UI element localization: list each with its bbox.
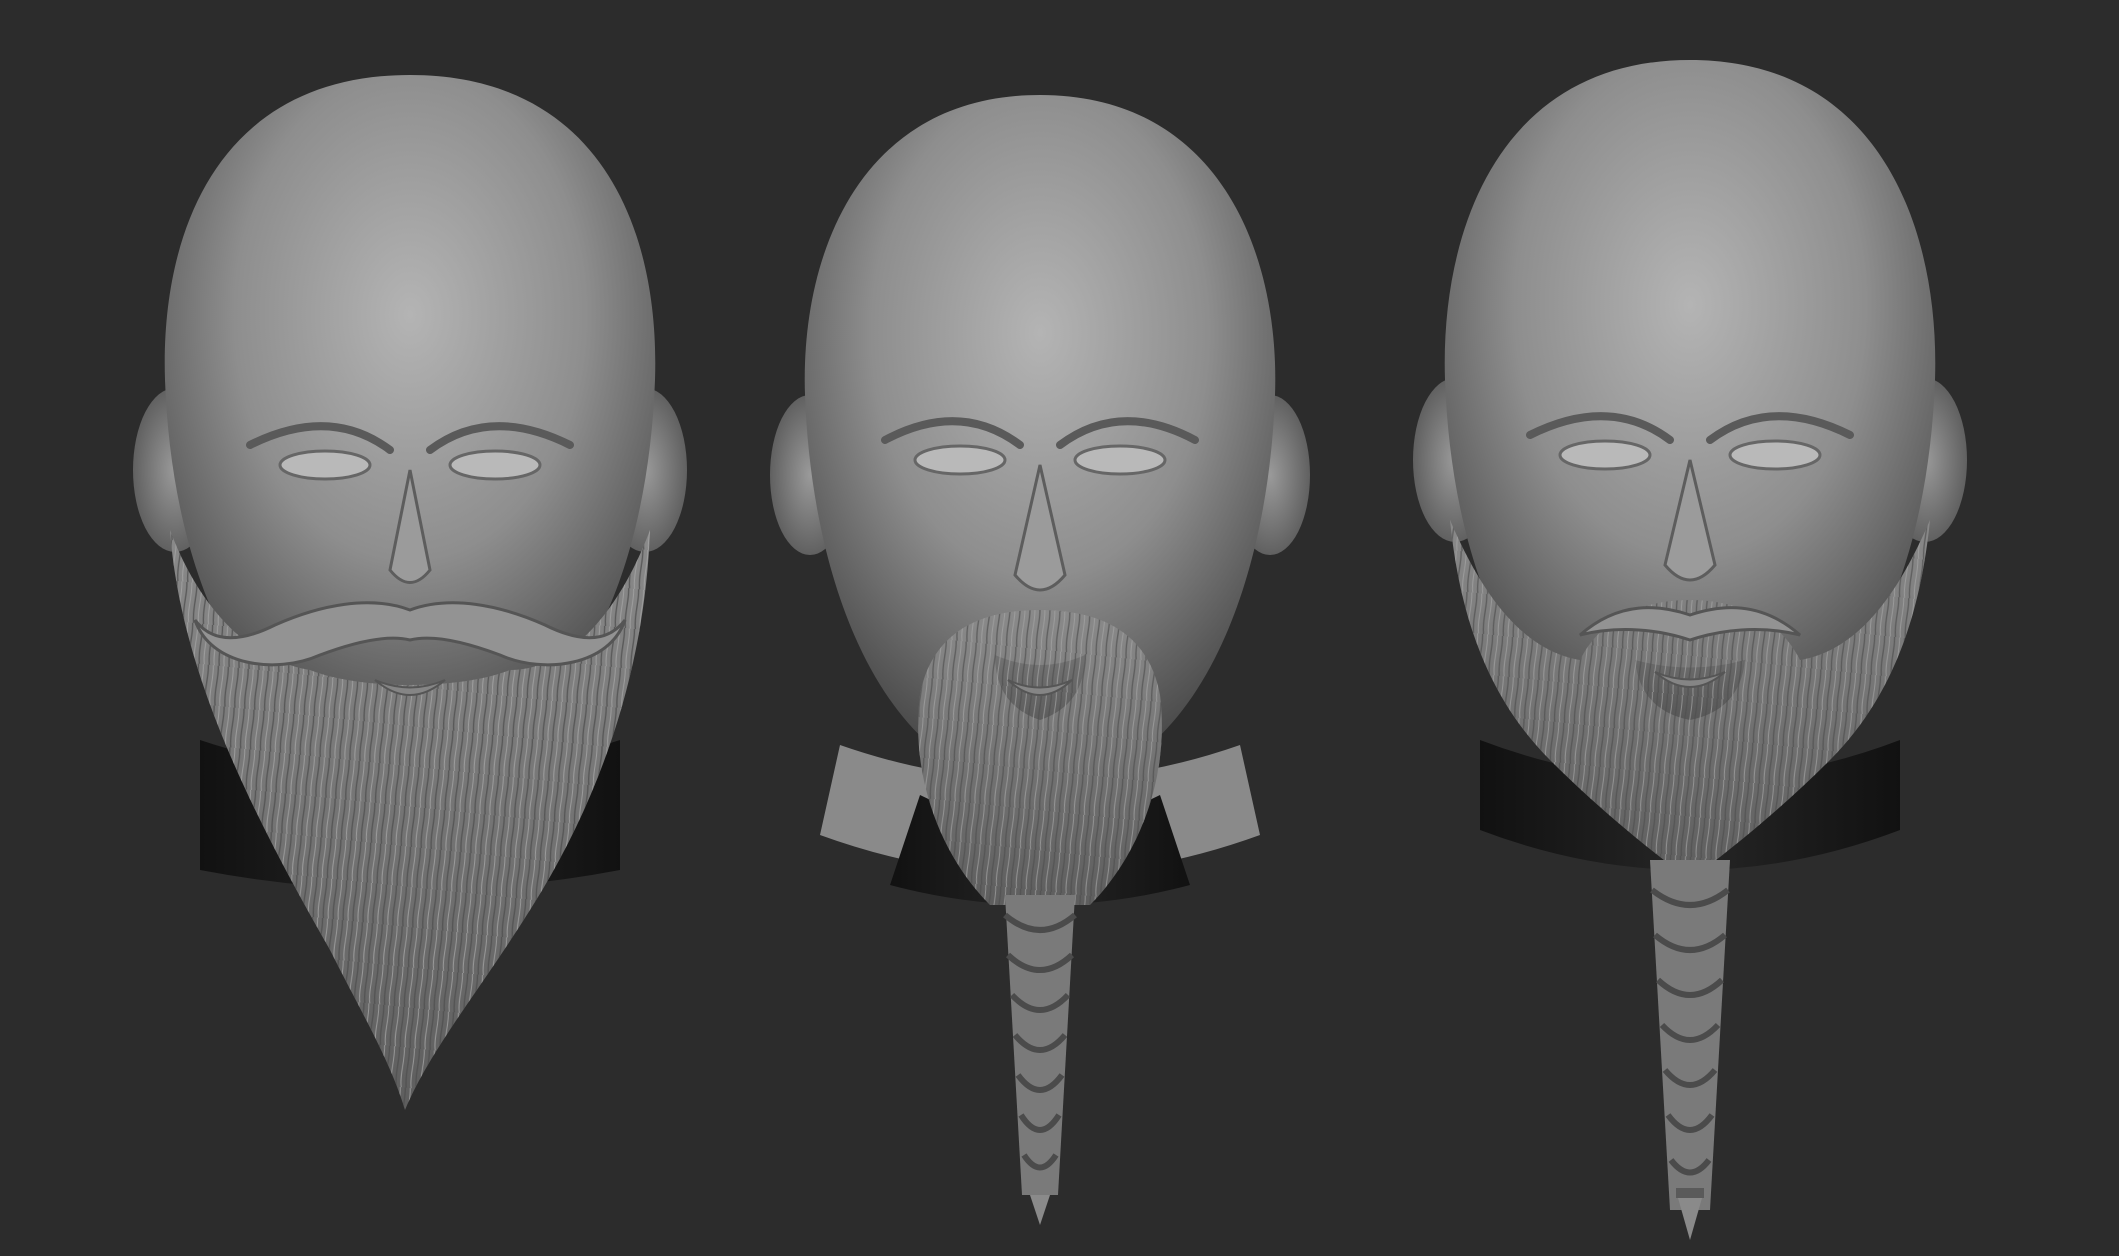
beard-braid [1650,860,1730,1240]
head-3-bust [1380,60,2000,1250]
right-eye [1073,444,1167,476]
left-eye [278,449,372,481]
right-eye [448,449,542,481]
left-eye [1558,439,1652,471]
sculpt-viewport [0,0,2119,1256]
beard-braid [1003,895,1077,1225]
left-eye [913,444,1007,476]
head-2-bust [740,95,1340,1225]
right-eye [1728,439,1822,471]
head-1-bust [100,50,720,1130]
